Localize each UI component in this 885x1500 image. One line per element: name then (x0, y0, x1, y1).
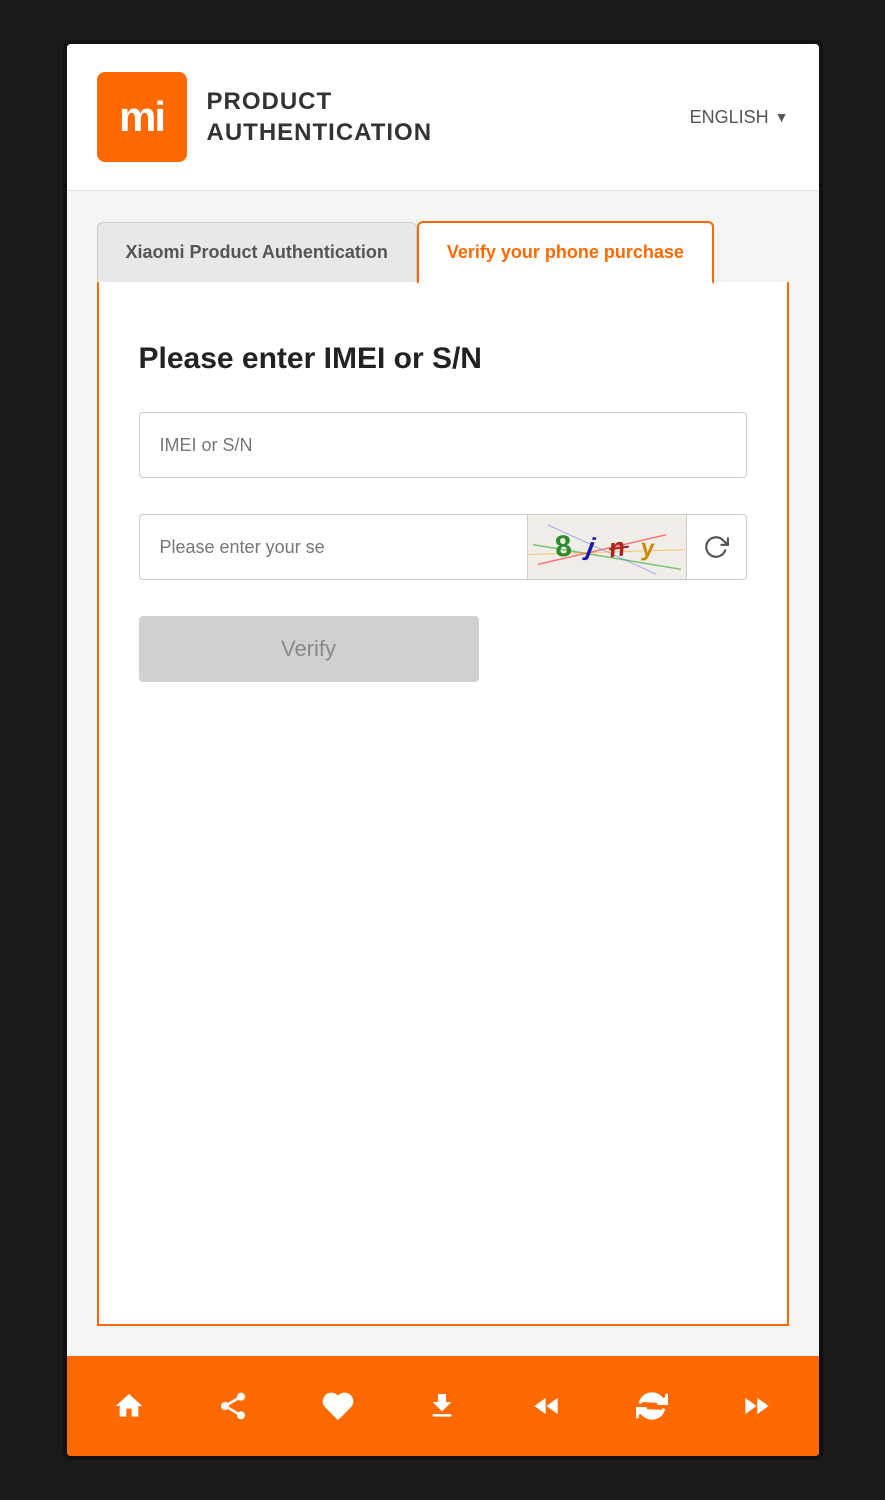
captcha-char-2: j (584, 532, 600, 564)
tab-product-auth[interactable]: Xiaomi Product Authentication (97, 222, 417, 282)
fast-forward-icon (740, 1390, 772, 1422)
content-wrapper: Xiaomi Product Authentication Verify you… (67, 191, 819, 1356)
nav-favorites-button[interactable] (313, 1381, 363, 1431)
phone-frame: mi PRODUCT AUTHENTICATION ENGLISH ▼ Xiao… (63, 40, 823, 1460)
form-title: Please enter IMEI or S/N (139, 342, 747, 376)
brand-text: PRODUCT AUTHENTICATION (207, 86, 433, 148)
captcha-char-1: 8 (554, 530, 578, 566)
captcha-chars: 8 j n y (555, 530, 658, 564)
captcha-row: 8 j n y (139, 514, 747, 580)
language-label: ENGLISH (690, 107, 769, 128)
tab-area: Xiaomi Product Authentication Verify you… (67, 191, 819, 282)
imei-input[interactable] (139, 412, 747, 478)
tab-verify-phone[interactable]: Verify your phone purchase (417, 221, 714, 284)
share-icon (217, 1390, 249, 1422)
bottom-nav (67, 1356, 819, 1456)
captcha-refresh-button[interactable] (687, 514, 747, 580)
nav-fastforward-button[interactable] (731, 1381, 781, 1431)
nav-share-button[interactable] (208, 1381, 258, 1431)
chevron-down-icon: ▼ (775, 109, 789, 125)
captcha-char-4: y (639, 535, 659, 564)
rewind-icon (531, 1390, 563, 1422)
captcha-input[interactable] (139, 514, 527, 580)
captcha-image: 8 j n y (527, 514, 687, 580)
brand-title-line1: PRODUCT (207, 86, 433, 117)
nav-home-button[interactable] (104, 1381, 154, 1431)
mi-logo: mi (97, 72, 187, 162)
brand-title-line2: AUTHENTICATION (207, 117, 433, 148)
captcha-char-3: n (607, 531, 631, 564)
heart-icon (322, 1390, 354, 1422)
nav-download-button[interactable] (417, 1381, 467, 1431)
nav-reload-button[interactable] (627, 1381, 677, 1431)
header-left: mi PRODUCT AUTHENTICATION (97, 72, 433, 162)
main-content: Please enter IMEI or S/N 8 j n y (97, 282, 789, 1326)
download-icon (426, 1390, 458, 1422)
verify-button[interactable]: Verify (139, 616, 479, 682)
refresh-icon (703, 534, 729, 560)
header: mi PRODUCT AUTHENTICATION ENGLISH ▼ (67, 44, 819, 191)
nav-rewind-button[interactable] (522, 1381, 572, 1431)
home-icon (113, 1390, 145, 1422)
language-selector[interactable]: ENGLISH ▼ (690, 107, 789, 128)
reload-icon (636, 1390, 668, 1422)
